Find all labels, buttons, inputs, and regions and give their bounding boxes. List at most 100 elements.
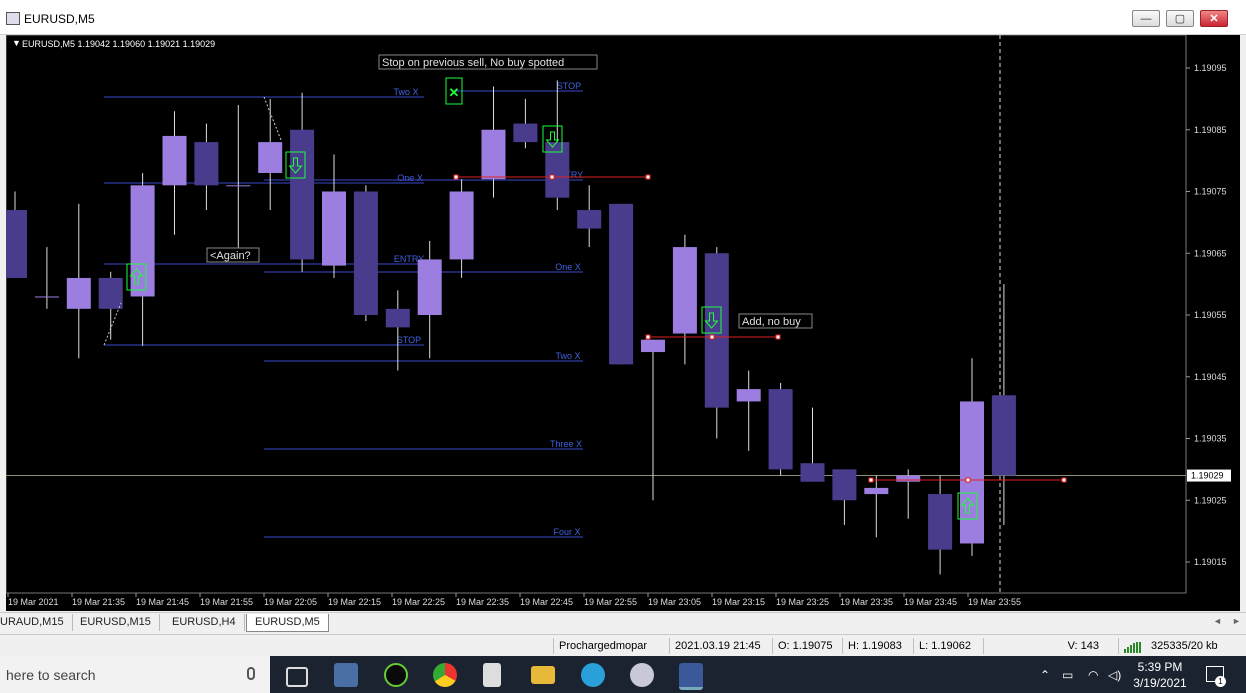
network-app-icon[interactable] bbox=[334, 663, 358, 687]
search-input[interactable]: here to search bbox=[6, 667, 96, 683]
trade-line-handle[interactable] bbox=[549, 174, 555, 180]
level-label-stop-mid: STOP bbox=[397, 335, 421, 345]
candle[interactable] bbox=[641, 339, 665, 353]
tab-scroll-left-icon[interactable]: ◄ bbox=[1213, 616, 1222, 626]
candle[interactable] bbox=[322, 191, 346, 266]
chart-tabs: URAUD,M15 EURUSD,M15 EURUSD,H4 EURUSD,M5 ◄ … bbox=[0, 612, 1246, 633]
level-label-one-x-mid: One X bbox=[555, 262, 581, 272]
candle[interactable] bbox=[800, 463, 825, 482]
calculator-icon[interactable] bbox=[483, 663, 501, 687]
telegram-icon[interactable] bbox=[581, 663, 605, 687]
minimize-button[interactable]: — bbox=[1132, 10, 1160, 27]
candle[interactable] bbox=[704, 253, 729, 408]
level-lines: Two XSTOPOne XENTRYENTRYOne XSTOPTwo XTh… bbox=[6, 35, 1186, 593]
trade-line-handle[interactable] bbox=[775, 334, 781, 340]
annotations: ✕ Stop on previous sell, No buy spotted <A… bbox=[103, 54, 1067, 520]
level-label-four-x: Four X bbox=[553, 527, 580, 537]
time-label: 19 Mar 21:55 bbox=[200, 597, 253, 607]
status-bar: Prochargedmopar 2021.03.19 21:45 O: 1.19… bbox=[0, 634, 1246, 657]
candle[interactable] bbox=[928, 494, 953, 550]
wifi-icon[interactable]: ◠ bbox=[1088, 668, 1098, 682]
candle[interactable] bbox=[736, 389, 761, 402]
candle[interactable] bbox=[417, 259, 442, 315]
tab-eurusd-m5[interactable]: EURUSD,M5 bbox=[246, 614, 329, 632]
maximize-button[interactable]: ▢ bbox=[1166, 10, 1194, 27]
candle[interactable] bbox=[98, 277, 123, 309]
price-label: 1.19045 bbox=[1194, 372, 1227, 382]
trend-line[interactable] bbox=[263, 96, 282, 141]
task-view-icon[interactable] bbox=[286, 667, 308, 687]
price-label: 1.19065 bbox=[1194, 248, 1227, 258]
candle[interactable] bbox=[449, 191, 474, 260]
candle[interactable] bbox=[258, 142, 283, 173]
file-explorer-icon[interactable] bbox=[531, 666, 555, 684]
candles bbox=[6, 80, 1016, 575]
candle[interactable] bbox=[545, 142, 570, 198]
trade-line-handle[interactable] bbox=[868, 477, 874, 483]
current-price-label: 1.19029 bbox=[1191, 471, 1224, 481]
tab-scroll-right-icon[interactable]: ► bbox=[1232, 616, 1241, 626]
candle[interactable] bbox=[226, 185, 251, 187]
taskbar-clock[interactable]: 5:39 PM 3/19/2021 bbox=[1130, 659, 1190, 691]
candle[interactable] bbox=[6, 210, 27, 278]
trade-line-handle[interactable] bbox=[645, 334, 651, 340]
chart-canvas[interactable]: Two XSTOPOne XENTRYENTRYOne XSTOPTwo XTh… bbox=[6, 35, 1240, 611]
candle[interactable] bbox=[290, 129, 315, 260]
app-n-icon[interactable] bbox=[384, 663, 408, 687]
candle[interactable] bbox=[864, 487, 889, 495]
paint-app-icon[interactable] bbox=[630, 663, 654, 687]
price-label: 1.19095 bbox=[1194, 63, 1227, 73]
trade-line-handle[interactable] bbox=[965, 477, 971, 483]
metatrader-icon[interactable] bbox=[679, 663, 703, 690]
microphone-icon[interactable] bbox=[247, 667, 255, 680]
annotation-stop-sell: Stop on previous sell, No buy spotted bbox=[382, 57, 564, 69]
time-label: 19 Mar 23:15 bbox=[712, 597, 765, 607]
symbol-dropdown-icon: ▼ bbox=[12, 38, 21, 48]
taskbar-search[interactable]: here to search bbox=[0, 656, 270, 693]
candle[interactable] bbox=[896, 475, 921, 482]
candle[interactable] bbox=[609, 203, 634, 365]
connection-bars-icon bbox=[1124, 641, 1146, 653]
stop-x-icon: ✕ bbox=[449, 85, 460, 100]
price-label: 1.19035 bbox=[1194, 434, 1227, 444]
trade-line-handle[interactable] bbox=[645, 174, 651, 180]
battery-icon[interactable]: ▭ bbox=[1062, 668, 1073, 682]
candle[interactable] bbox=[832, 469, 857, 501]
status-low: L: 1.19062 bbox=[913, 638, 971, 654]
trend-line[interactable] bbox=[103, 302, 122, 346]
candle[interactable] bbox=[768, 389, 793, 470]
app-icon bbox=[6, 12, 20, 25]
notification-count: 1 bbox=[1215, 676, 1226, 687]
candle[interactable] bbox=[513, 123, 538, 143]
candle[interactable] bbox=[385, 308, 410, 328]
price-label: 1.19085 bbox=[1194, 125, 1227, 135]
candle[interactable] bbox=[162, 135, 187, 186]
close-button[interactable]: ✕ bbox=[1200, 10, 1228, 27]
status-high: H: 1.19083 bbox=[842, 638, 902, 654]
time-label: 19 Mar 23:25 bbox=[776, 597, 829, 607]
tab-eurusd-m15[interactable]: EURUSD,M15 bbox=[72, 614, 160, 631]
time-label: 19 Mar 22:25 bbox=[392, 597, 445, 607]
candle[interactable] bbox=[194, 142, 219, 186]
tab-eurusd-h4[interactable]: EURUSD,H4 bbox=[164, 614, 245, 631]
candle[interactable] bbox=[34, 296, 59, 298]
trade-line-handle[interactable] bbox=[453, 174, 459, 180]
trade-line-handle[interactable] bbox=[1061, 477, 1067, 483]
candle[interactable] bbox=[66, 277, 91, 309]
candle[interactable] bbox=[672, 247, 697, 334]
candle[interactable] bbox=[991, 395, 1016, 476]
tray-chevron-icon[interactable]: ⌃ bbox=[1040, 668, 1050, 682]
candle[interactable] bbox=[353, 191, 378, 316]
level-label-two-x-mid: Two X bbox=[555, 351, 580, 361]
clock-date: 3/19/2021 bbox=[1133, 676, 1187, 690]
tab-uraud-m15[interactable]: URAUD,M15 bbox=[0, 614, 73, 631]
window-title: EURUSD,M5 bbox=[24, 12, 95, 26]
candle[interactable] bbox=[481, 129, 506, 180]
chrome-icon[interactable] bbox=[433, 663, 457, 687]
price-chart[interactable]: Two XSTOPOne XENTRYENTRYOne XSTOPTwo XTh… bbox=[6, 35, 1240, 611]
candle[interactable] bbox=[577, 210, 602, 229]
volume-icon[interactable]: ◁) bbox=[1108, 668, 1121, 682]
candle[interactable] bbox=[960, 401, 984, 544]
trade-line-handle[interactable] bbox=[709, 334, 715, 340]
chart-header: EURUSD,M5 1.19042 1.19060 1.19021 1.1902… bbox=[22, 39, 215, 49]
